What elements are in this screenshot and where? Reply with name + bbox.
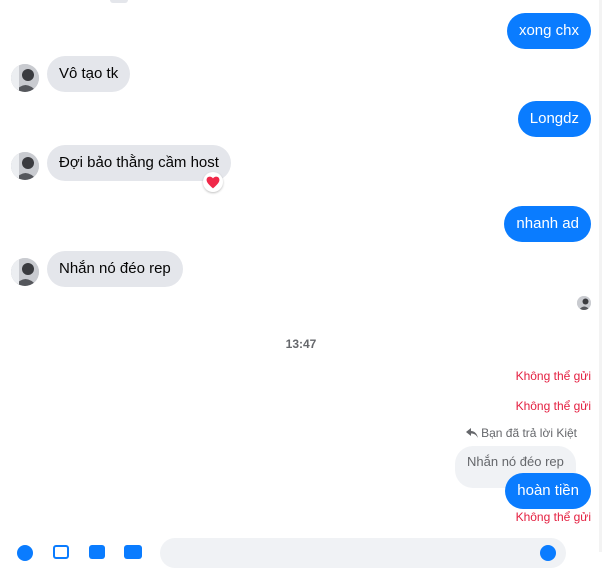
reply-arrow-icon [466, 427, 479, 441]
outgoing-message[interactable]: nhanh ad [504, 206, 591, 242]
sticker-icon[interactable] [89, 545, 105, 559]
outgoing-message[interactable]: xong chx [506, 13, 591, 49]
seen-avatar [577, 296, 591, 310]
image-icon[interactable] [53, 545, 69, 559]
incoming-message[interactable]: Nhắn nó đéo rep [47, 251, 183, 287]
timestamp: 13:47 [285, 337, 317, 351]
reply-note: Bạn đã trả lời Kiệt [466, 426, 577, 441]
heart-icon[interactable] [203, 172, 223, 192]
send-failed-label[interactable]: Không thể gửi [516, 369, 591, 383]
scrolled-content-edge [110, 0, 128, 3]
send-failed-label[interactable]: Không thể gửi [516, 510, 591, 524]
incoming-message[interactable]: Đợi bảo thằng cầm host [47, 145, 231, 181]
reply-note-text: Bạn đã trả lời Kiệt [481, 426, 577, 440]
reply-message[interactable]: hoàn tiền [505, 473, 591, 509]
contact-avatar[interactable] [11, 64, 39, 92]
contact-avatar[interactable] [11, 152, 39, 180]
incoming-message[interactable]: Vô tạo tk [47, 56, 131, 92]
gif-icon[interactable] [124, 545, 142, 559]
contact-avatar[interactable] [11, 258, 39, 286]
emoji-icon[interactable] [540, 545, 556, 561]
outgoing-message[interactable]: Longdz [517, 101, 591, 137]
message-input[interactable] [160, 538, 566, 568]
send-failed-label[interactable]: Không thể gửi [516, 399, 591, 413]
more-actions-icon[interactable] [17, 545, 33, 561]
